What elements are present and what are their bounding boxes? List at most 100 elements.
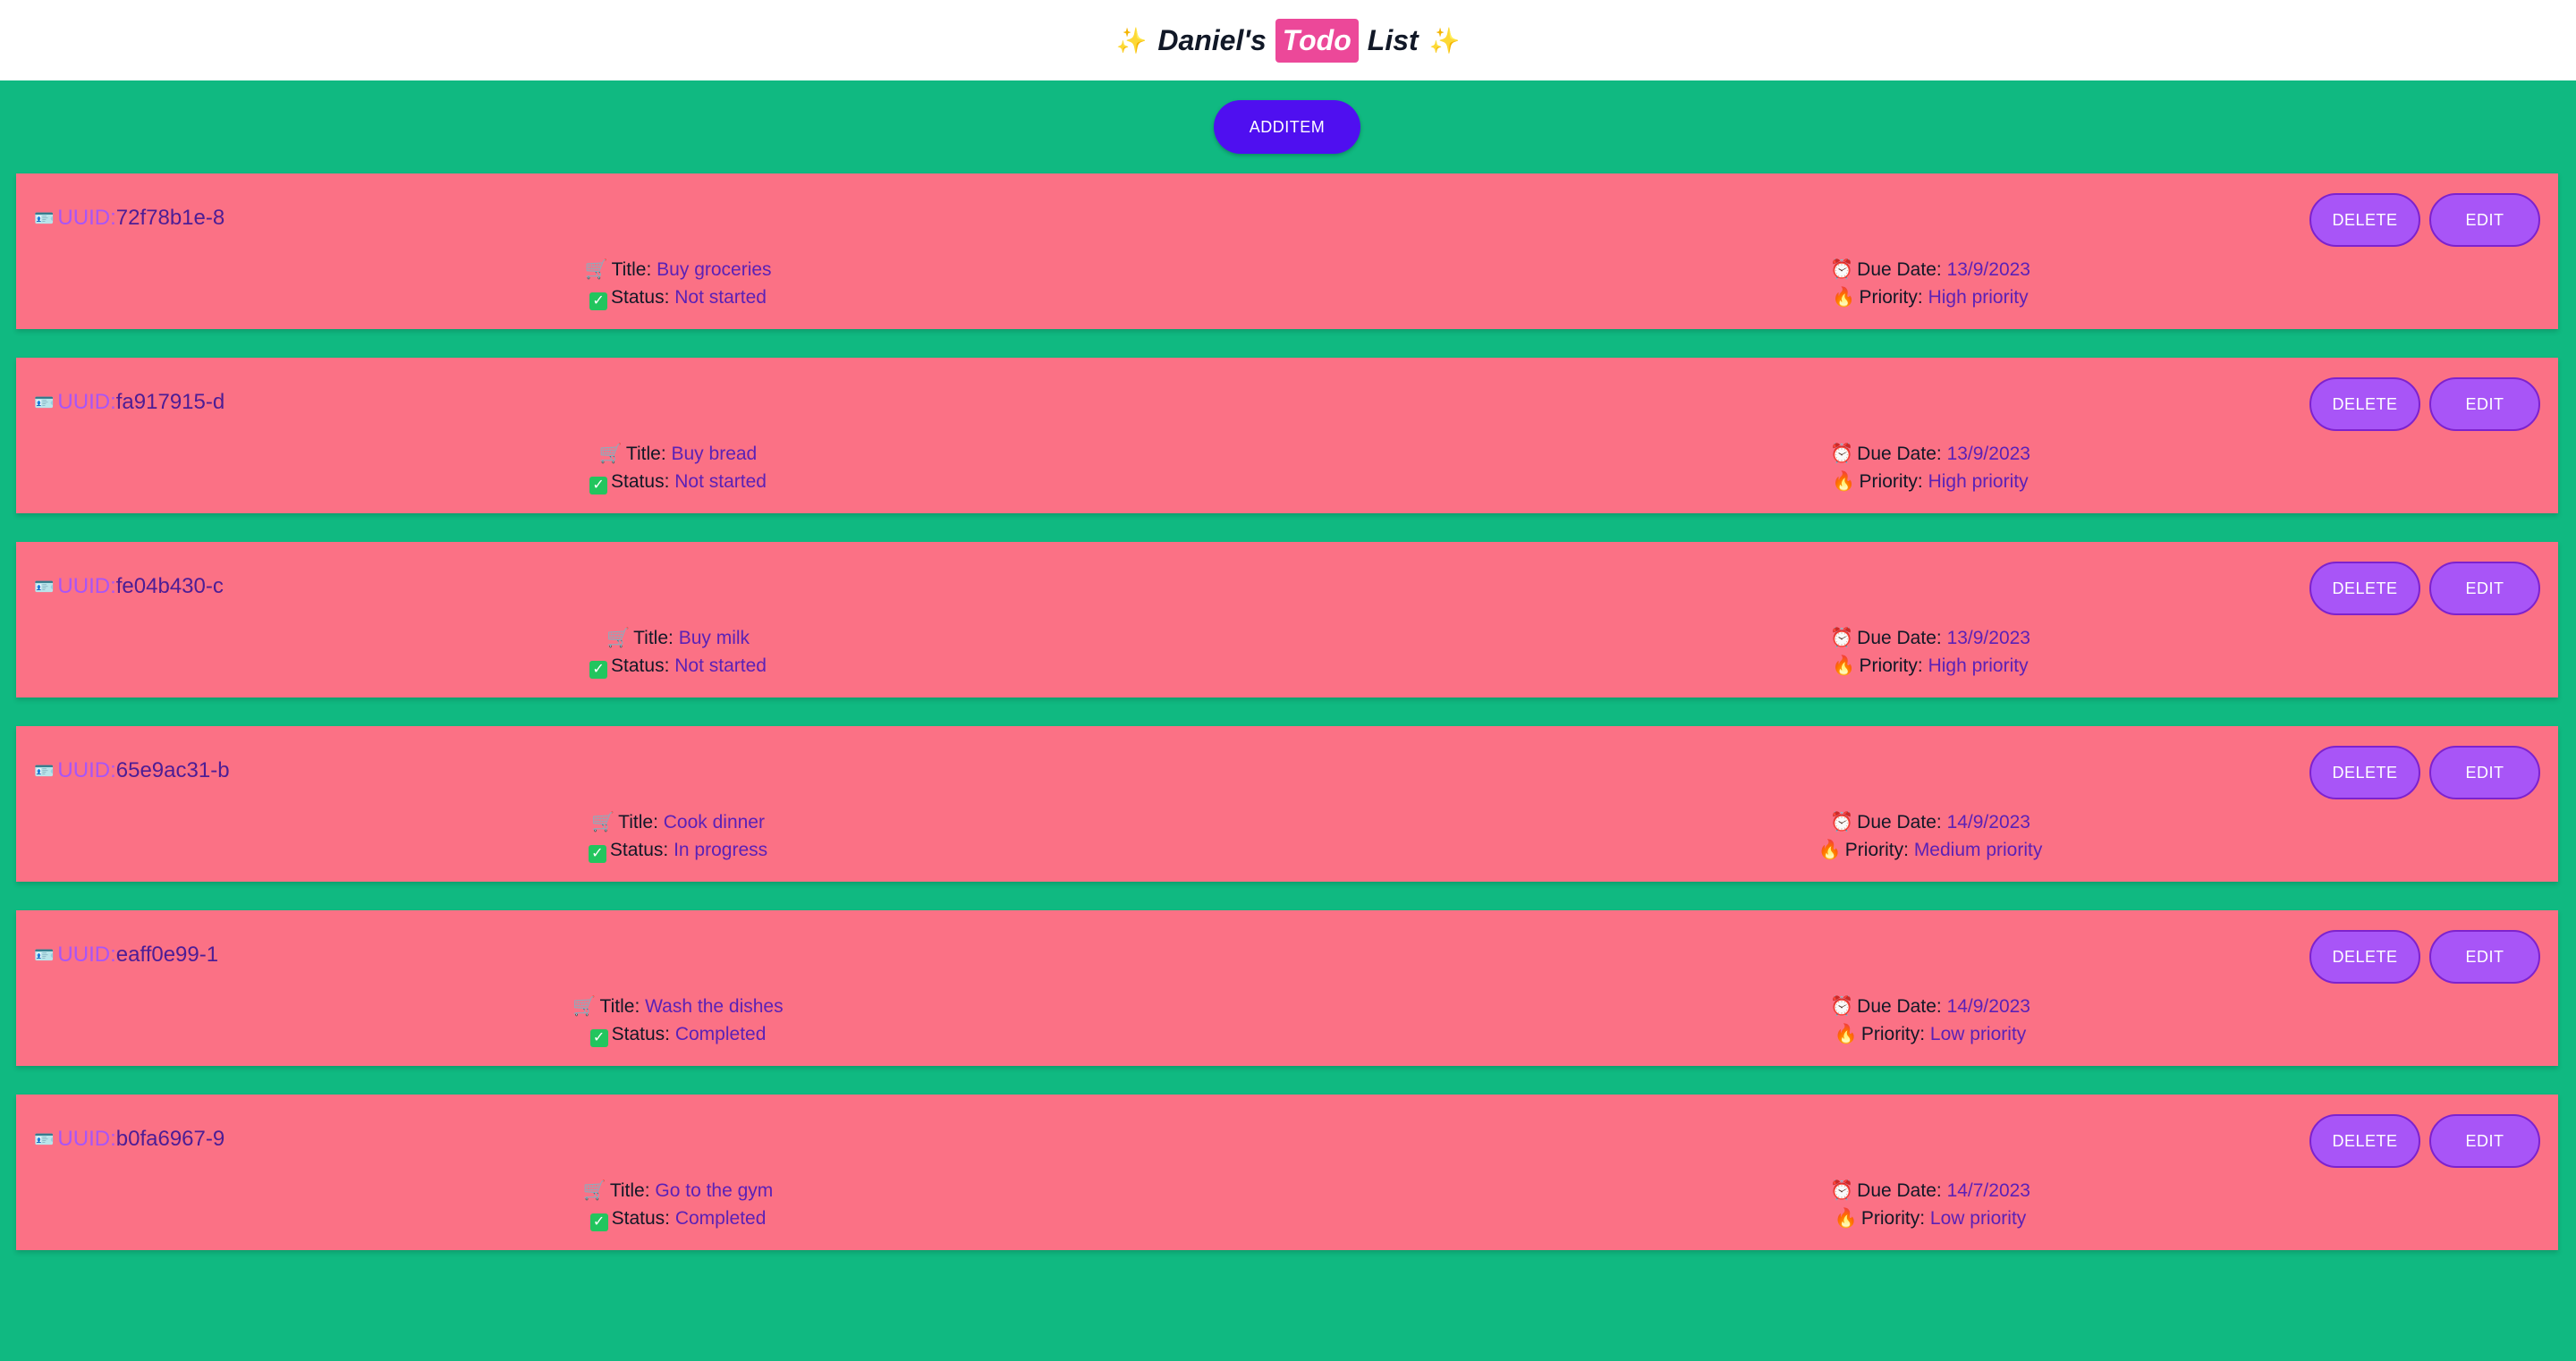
priority-value: Medium priority [1913, 840, 2043, 860]
priority-row: 🔥 Priority: Medium priority [1716, 836, 2145, 864]
priority-label: Priority: [1859, 655, 1923, 676]
edit-button[interactable]: EDIT [2429, 562, 2540, 615]
title-label: Title: [609, 1180, 650, 1201]
title-value: Buy bread [671, 444, 758, 464]
uuid-label: UUID: [57, 574, 116, 598]
status-label: Status: [611, 287, 670, 308]
status-value: Completed [674, 1208, 767, 1229]
item-right-column: ⏰ Due Date: 13/9/2023 🔥 Priority: High pri… [1716, 440, 2145, 495]
item-uuid: 🪪 UUID: fa917915-d [34, 390, 225, 415]
todo-item: 🪪 UUID: 72f78b1e-8 DELETE EDIT 🛒 Title: B… [16, 173, 2558, 329]
delete-button[interactable]: DELETE [2309, 930, 2420, 984]
edit-button[interactable]: EDIT [2429, 193, 2540, 247]
checkmark-icon: ✓ [589, 477, 608, 495]
edit-button[interactable]: EDIT [2429, 746, 2540, 799]
item-right-column: ⏰ Due Date: 14/7/2023 🔥 Priority: Low prio… [1716, 1177, 2145, 1232]
status-row: ✓ Status: Not started [463, 468, 893, 495]
id-card-icon: 🪪 [34, 577, 55, 596]
todo-item: 🪪 UUID: fe04b430-c DELETE EDIT 🛒 Title: B… [16, 542, 2558, 697]
due-value: 14/9/2023 [1946, 812, 2030, 833]
checkmark-icon: ✓ [589, 1029, 608, 1047]
priority-row: 🔥 Priority: High priority [1716, 652, 2145, 680]
fire-icon: 🔥 [1832, 655, 1856, 676]
alarm-clock-icon: ⏰ [1830, 812, 1854, 833]
fire-icon: 🔥 [1834, 1024, 1858, 1044]
due-value: 14/7/2023 [1946, 1180, 2030, 1201]
fire-icon: 🔥 [1832, 471, 1856, 492]
uuid-label: UUID: [57, 390, 116, 414]
item-left-column: 🛒 Title: Wash the dishes ✓ Status: Complet… [463, 993, 893, 1048]
todo-item: 🪪 UUID: eaff0e99-1 DELETE EDIT 🛒 Title: W… [16, 910, 2558, 1066]
status-row: ✓ Status: Completed [463, 1205, 893, 1232]
item-right-column: ⏰ Due Date: 13/9/2023 🔥 Priority: High pri… [1716, 256, 2145, 311]
due-row: ⏰ Due Date: 14/9/2023 [1716, 808, 2145, 836]
due-label: Due Date: [1857, 1180, 1942, 1201]
due-row: ⏰ Due Date: 13/9/2023 [1716, 624, 2145, 652]
status-row: ✓ Status: Not started [463, 652, 893, 680]
priority-label: Priority: [1859, 287, 1923, 308]
id-card-icon: 🪪 [34, 761, 55, 780]
cart-icon: 🛒 [598, 444, 623, 464]
status-label: Status: [611, 1208, 670, 1229]
priority-label: Priority: [1860, 1208, 1926, 1229]
cart-icon: 🛒 [606, 628, 631, 648]
due-label: Due Date: [1857, 628, 1942, 648]
item-actions: DELETE EDIT [2309, 193, 2540, 247]
title-row: 🛒 Title: Buy milk [463, 624, 893, 652]
priority-value: High priority [1928, 287, 2029, 308]
item-right-column: ⏰ Due Date: 14/9/2023 🔥 Priority: Medium p… [1716, 808, 2145, 864]
fire-icon: 🔥 [1834, 1208, 1858, 1229]
priority-label: Priority: [1844, 840, 1909, 860]
add-item-button[interactable]: ADDITEM [1214, 100, 1360, 154]
title-row: 🛒 Title: Buy bread [463, 440, 893, 468]
item-uuid: 🪪 UUID: 72f78b1e-8 [34, 206, 225, 231]
id-card-icon: 🪪 [34, 393, 55, 411]
id-card-icon: 🪪 [34, 1129, 55, 1148]
checkmark-icon: ✓ [588, 845, 606, 863]
uuid-value: 72f78b1e-8 [115, 206, 225, 230]
status-row: ✓ Status: Not started [463, 283, 893, 311]
alarm-clock-icon: ⏰ [1830, 1180, 1854, 1201]
item-uuid: 🪪 UUID: eaff0e99-1 [34, 943, 218, 968]
uuid-value: eaff0e99-1 [115, 943, 219, 967]
edit-button[interactable]: EDIT [2429, 377, 2540, 431]
delete-button[interactable]: DELETE [2309, 193, 2420, 247]
uuid-label: UUID: [57, 1127, 116, 1151]
status-value: Not started [674, 287, 767, 308]
title-value: Buy milk [678, 628, 750, 648]
status-value: Not started [674, 471, 767, 492]
title-row: 🛒 Title: Go to the gym [463, 1177, 893, 1205]
title-highlight: Todo [1275, 18, 1359, 63]
priority-label: Priority: [1860, 1024, 1926, 1044]
due-label: Due Date: [1857, 996, 1942, 1017]
sparkle-icon: ✨ [1115, 26, 1148, 55]
delete-button[interactable]: DELETE [2309, 377, 2420, 431]
cart-icon: 🛒 [582, 1180, 606, 1201]
item-actions: DELETE EDIT [2309, 562, 2540, 615]
edit-button[interactable]: EDIT [2429, 1114, 2540, 1168]
due-row: ⏰ Due Date: 14/7/2023 [1716, 1177, 2145, 1205]
delete-button[interactable]: DELETE [2309, 562, 2420, 615]
title-value: Cook dinner [663, 812, 765, 833]
item-left-column: 🛒 Title: Buy milk ✓ Status: Not started [463, 624, 893, 680]
title-row: 🛒 Title: Cook dinner [463, 808, 893, 836]
edit-button[interactable]: EDIT [2429, 930, 2540, 984]
delete-button[interactable]: DELETE [2309, 1114, 2420, 1168]
priority-label: Priority: [1859, 471, 1923, 492]
due-value: 13/9/2023 [1946, 444, 2030, 464]
delete-button[interactable]: DELETE [2309, 746, 2420, 799]
todo-item: 🪪 UUID: b0fa6967-9 DELETE EDIT 🛒 Title: G… [16, 1095, 2558, 1250]
checkmark-icon: ✓ [589, 292, 608, 310]
status-label: Status: [611, 471, 670, 492]
alarm-clock-icon: ⏰ [1830, 444, 1854, 464]
item-actions: DELETE EDIT [2309, 930, 2540, 984]
status-label: Status: [609, 840, 669, 860]
title-label: Title: [618, 812, 658, 833]
title-label: Title: [611, 259, 652, 280]
cart-icon: 🛒 [591, 812, 615, 833]
priority-value: High priority [1928, 471, 2029, 492]
due-row: ⏰ Due Date: 13/9/2023 [1716, 256, 2145, 283]
item-left-column: 🛒 Title: Go to the gym ✓ Status: Completed [463, 1177, 893, 1232]
status-row: ✓ Status: In progress [463, 836, 893, 864]
priority-row: 🔥 Priority: High priority [1716, 468, 2145, 495]
